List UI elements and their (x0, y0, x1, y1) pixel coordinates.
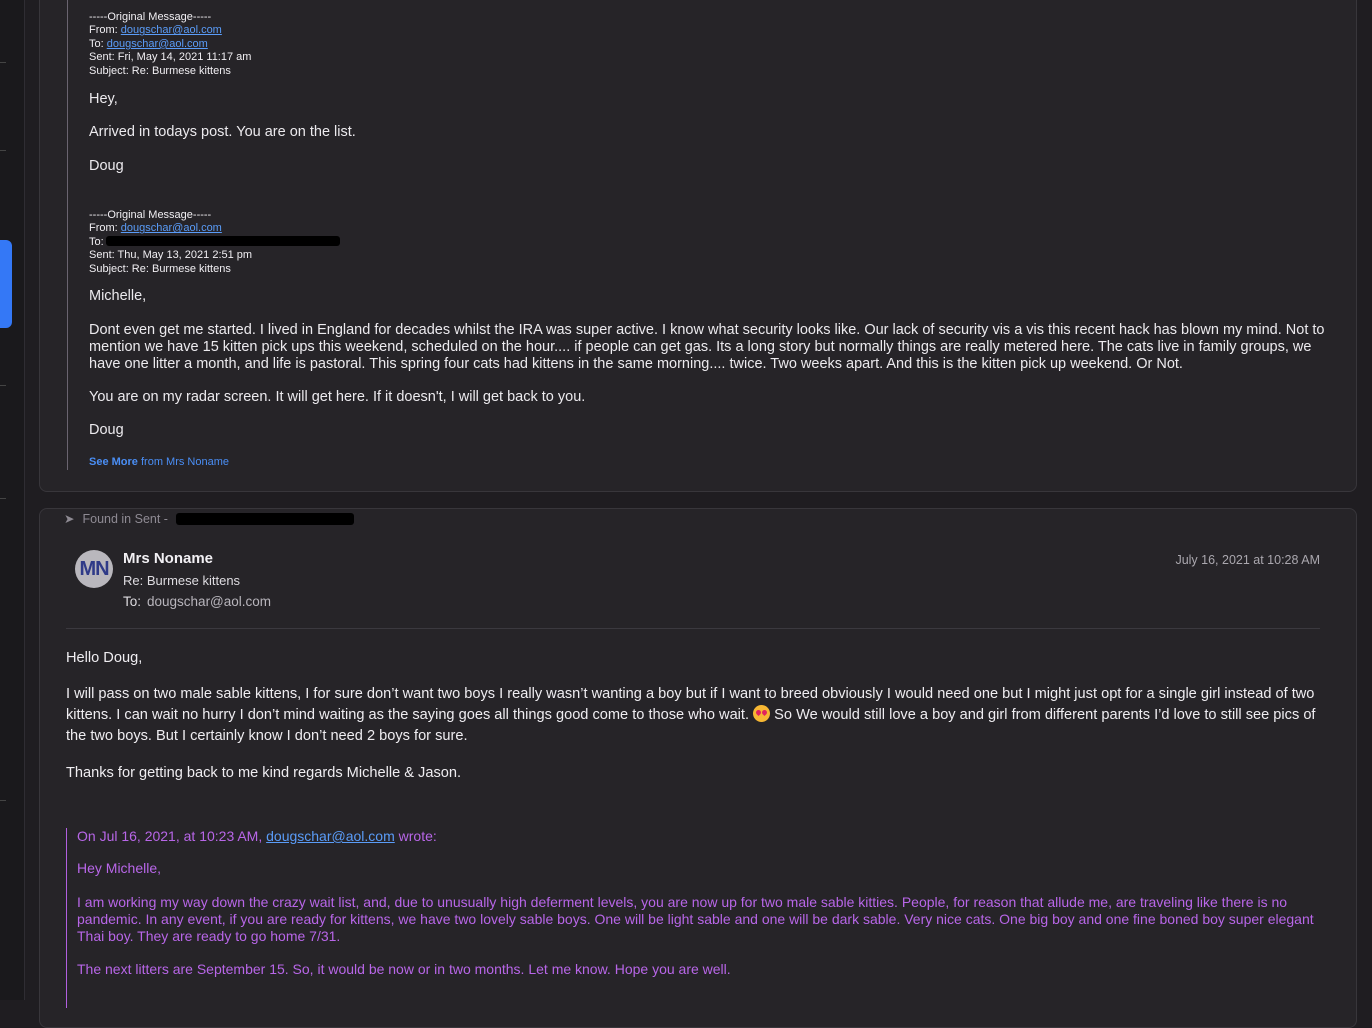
from-email-link[interactable]: dougschar@aol.com (121, 222, 222, 234)
redaction-mark (176, 513, 354, 525)
heart-eyes-emoji-icon (753, 705, 771, 722)
sidebar (0, 0, 25, 1000)
message-date: July 16, 2021 at 10:28 AM (1175, 553, 1320, 567)
from-email-link[interactable]: dougschar@aol.com (121, 24, 222, 36)
original-message-line: -----Original Message----- (89, 209, 212, 221)
redaction-mark (106, 236, 340, 246)
paper-plane-icon: ➤ (64, 512, 75, 526)
to-line: To: dougschar@aol.com (89, 37, 208, 50)
quote-bar (67, 0, 68, 470)
greeting: Hey, (89, 91, 118, 107)
message-paragraph: I will pass on two male sable kittens, I… (66, 686, 1316, 744)
original-message-line: -----Original Message----- (89, 11, 212, 23)
greeting: Michelle, (89, 288, 147, 304)
sidebar-divider (0, 150, 6, 151)
sidebar-divider (0, 385, 6, 386)
message-line: Arrived in todays post. You are on the l… (89, 124, 356, 140)
message-paragraph: Dont even get me started. I lived in Eng… (89, 322, 1325, 372)
sidebar-divider (0, 498, 6, 499)
quote-paragraph: I am working my way down the crazy wait … (77, 894, 1314, 944)
greeting: Hello Doug, (66, 650, 143, 666)
to-line: To: dougschar@aol.com (123, 594, 272, 609)
quote-bar (66, 828, 67, 1008)
sent-line: Sent: Fri, May 14, 2021 11:17 am (89, 51, 252, 64)
found-in-sent: ➤ Found in Sent - (64, 512, 168, 526)
subject-line: Re: Burmese kittens (123, 573, 241, 588)
sidebar-divider (0, 62, 6, 63)
avatar: MN (75, 550, 113, 588)
quote-email-link[interactable]: dougschar@aol.com (266, 828, 395, 844)
sidebar-active-indicator[interactable] (0, 240, 12, 328)
divider (66, 628, 1320, 629)
quote-paragraph: The next litters are September 15. So, i… (77, 961, 731, 977)
signoff: Doug (89, 422, 124, 438)
quote-intro: On Jul 16, 2021, at 10:23 AM, dougschar@… (77, 828, 437, 844)
message-paragraph: Thanks for getting back to me kind regar… (66, 765, 462, 781)
to-email-link[interactable]: dougschar@aol.com (107, 38, 208, 50)
sender-name[interactable]: Mrs Noname (123, 550, 213, 567)
subject-line: Subject: Re: Burmese kittens (89, 262, 231, 275)
quote-greeting: Hey Michelle, (77, 860, 162, 876)
signoff: Doug (89, 158, 124, 174)
subject-line: Subject: Re: Burmese kittens (89, 64, 231, 77)
from-line: From: dougschar@aol.com (89, 222, 222, 235)
quoted-header-1: -----Original Message----- From: dougsch… (89, 11, 251, 78)
sent-line: Sent: Thu, May 13, 2021 2:51 pm (89, 249, 253, 262)
to-email[interactable]: dougschar@aol.com (147, 594, 271, 609)
message-line: You are on my radar screen. It will get … (89, 389, 586, 405)
sidebar-divider (0, 800, 6, 801)
see-more-link[interactable]: See More from Mrs Noname (89, 456, 229, 468)
from-line: From: dougschar@aol.com (89, 24, 222, 37)
